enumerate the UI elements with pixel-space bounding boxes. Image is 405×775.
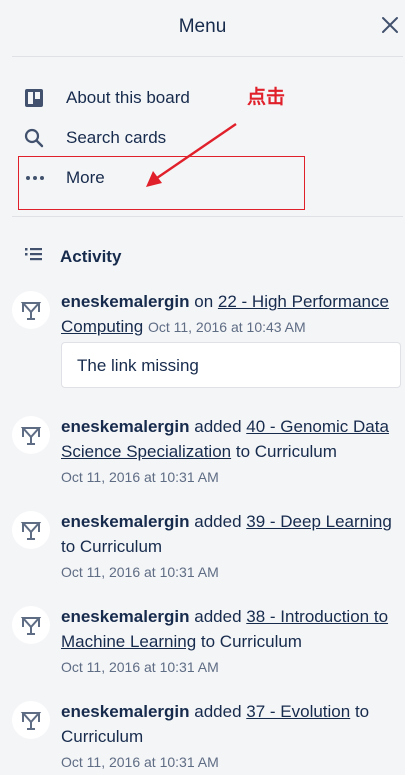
annotation-highlight-box xyxy=(18,156,305,210)
activity-user-link[interactable]: eneskemalergin xyxy=(61,292,190,311)
avatar[interactable] xyxy=(12,291,50,329)
activity-verb: added xyxy=(194,512,242,531)
user-avatar-icon xyxy=(20,302,42,320)
user-avatar-icon xyxy=(20,427,42,445)
activity-text: eneskemalergin on 22 - High Performance … xyxy=(61,289,401,340)
activity-card-link[interactable]: 37 - Evolution xyxy=(246,702,350,721)
activity-verb: on xyxy=(194,292,214,311)
activity-timestamp[interactable]: Oct 11, 2016 at 10:31 AM xyxy=(61,469,219,485)
activity-suffix: to Curriculum xyxy=(61,537,163,556)
activity-timestamp[interactable]: Oct 11, 2016 at 10:31 AM xyxy=(61,754,219,770)
activity-text: eneskemalergin added 38 - Introduction t… xyxy=(61,604,401,680)
activity-suffix: to Curriculum xyxy=(200,632,302,651)
activity-header: Activity xyxy=(24,246,121,267)
user-avatar-icon xyxy=(20,712,42,730)
activity-verb: added xyxy=(194,607,242,626)
activity-timestamp[interactable]: Oct 11, 2016 at 10:43 AM xyxy=(148,319,306,335)
activity-heading: Activity xyxy=(60,246,122,266)
activity-suffix: to Curriculum xyxy=(235,442,337,461)
activity-card-link[interactable]: 39 - Deep Learning xyxy=(246,512,392,531)
activity-comment: The link missing xyxy=(61,342,401,388)
activity-user-link[interactable]: eneskemalergin xyxy=(61,607,190,626)
avatar[interactable] xyxy=(12,416,50,454)
avatar[interactable] xyxy=(12,701,50,739)
avatar[interactable] xyxy=(12,511,50,549)
activity-verb: added xyxy=(194,702,242,721)
activity-text: eneskemalergin added 40 - Genomic Data S… xyxy=(61,414,401,490)
activity-text: eneskemalergin added 39 - Deep Learning … xyxy=(61,509,401,585)
activity-list-icon xyxy=(24,246,44,267)
activity-user-link[interactable]: eneskemalergin xyxy=(61,702,190,721)
activity-verb: added xyxy=(194,417,242,436)
user-avatar-icon xyxy=(20,617,42,635)
activity-text: eneskemalergin added 37 - Evolution to C… xyxy=(61,699,401,775)
activity-timestamp[interactable]: Oct 11, 2016 at 10:31 AM xyxy=(61,659,219,675)
activity-user-link[interactable]: eneskemalergin xyxy=(61,512,190,531)
user-avatar-icon xyxy=(20,522,42,540)
menu-divider xyxy=(12,216,403,217)
avatar[interactable] xyxy=(12,606,50,644)
activity-user-link[interactable]: eneskemalergin xyxy=(61,417,190,436)
activity-timestamp[interactable]: Oct 11, 2016 at 10:31 AM xyxy=(61,564,219,580)
